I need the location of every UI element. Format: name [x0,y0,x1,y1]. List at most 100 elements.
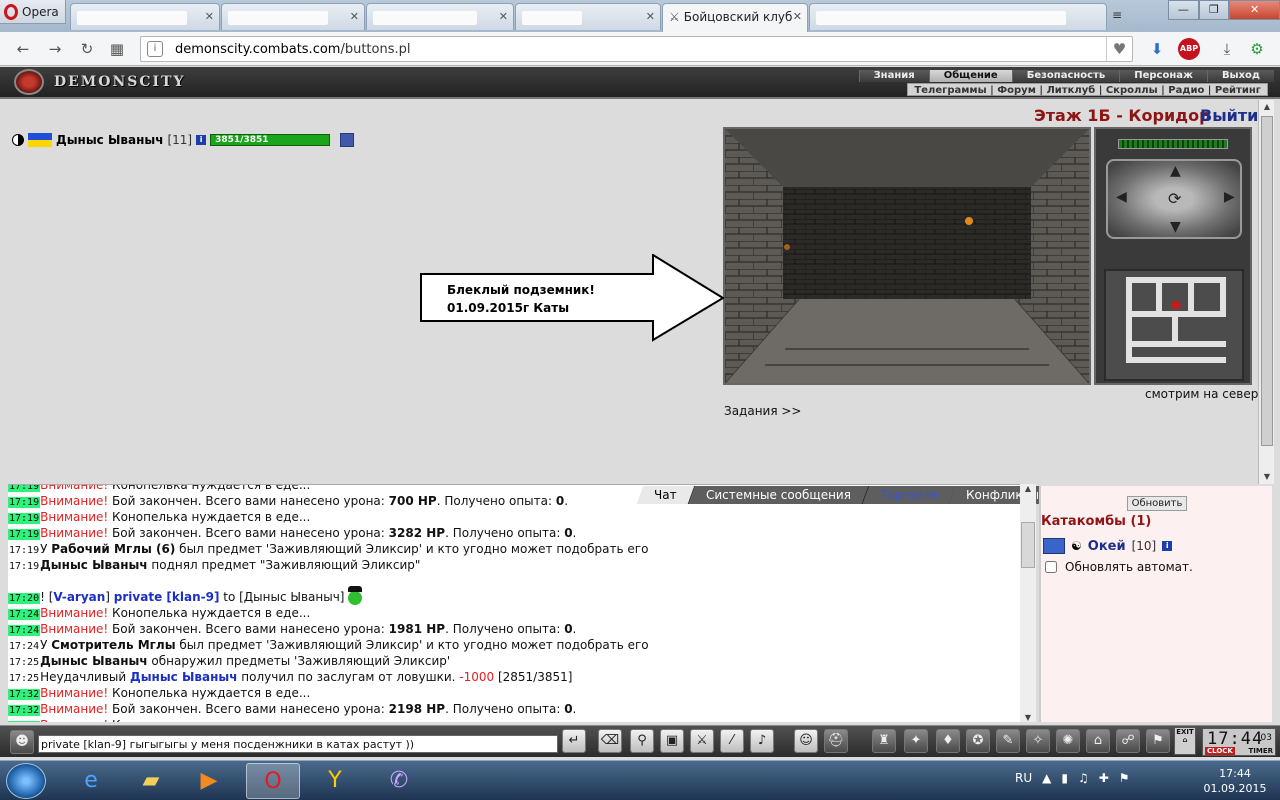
helmet-icon[interactable]: ⛑ [824,729,848,753]
network-icon[interactable]: ✚ [1099,771,1109,785]
chat-input[interactable] [38,735,558,753]
close-tab-icon[interactable]: ✕ [499,10,508,23]
maximize-button[interactable]: ❐ [1198,0,1230,20]
private-message-icon[interactable] [1043,538,1065,554]
refresh-button[interactable]: Обновить [1127,496,1187,511]
chat-user-link[interactable]: Дыныс Ываныч [130,670,237,684]
chat-timestamp[interactable]: 17:20 [8,593,41,604]
menu-security[interactable]: Безопасность [1011,70,1120,82]
chat-mode-icon[interactable]: ☻ [10,730,34,754]
viber-icon[interactable]: ✆ [372,763,426,799]
map-icon[interactable]: ✺ [1056,729,1080,753]
chat-scroll-thumb[interactable] [1021,522,1035,568]
chat-log[interactable]: 17:19Внимание! Конопелька нуждается в ед… [8,484,1036,722]
start-button[interactable] [6,763,46,799]
clan-icon[interactable]: ✧ [1026,729,1050,753]
online-user-row[interactable]: ☯ Окей [10] i [1043,538,1173,554]
player-info-icon[interactable]: i [196,135,207,145]
player-name[interactable]: Дыныс Ываныч [56,133,163,147]
bag-icon[interactable]: ♦ [936,729,960,753]
bookmark-heart-icon[interactable]: ♥ [1106,37,1132,61]
volume-icon[interactable]: ♫ [1078,771,1089,785]
file-explorer-icon[interactable]: ▰ [124,763,178,799]
close-tab-icon[interactable]: ✕ [350,10,359,23]
tray-expand-icon[interactable]: ▲ [1042,771,1051,785]
scroll-down-icon[interactable]: ▼ [1259,470,1275,484]
friends-icon[interactable]: ☍ [1116,729,1140,753]
scroll-up-icon[interactable]: ▲ [1259,100,1275,114]
tasks-link[interactable]: Задания >> [724,404,801,418]
auto-refresh-option[interactable]: Обновлять автомат. [1045,560,1193,574]
tab-trade[interactable]: Торговля [862,486,956,504]
chat-scrollbar[interactable]: ▲ ▼ [1020,484,1036,722]
movement-dpad[interactable]: ▲ ▼ ◀ ▶ ⟳ [1106,159,1242,239]
refresh-view-icon[interactable]: ⟳ [1168,189,1181,208]
forward-button[interactable]: → [44,38,66,60]
menu-character[interactable]: Персонаж [1119,70,1207,82]
extension-icon[interactable]: ⚙ [1246,38,1268,60]
menu-exit[interactable]: Выход [1206,70,1274,82]
chat-timestamp[interactable]: 17:19 [8,545,40,556]
clan-emblem-icon[interactable] [340,133,355,147]
chat-timestamp[interactable]: 17:19 [8,497,41,508]
opera-taskbar-icon[interactable]: O [246,763,300,799]
move-forward-icon[interactable]: ▲ [1170,163,1181,179]
yandex-browser-icon[interactable]: Y [308,763,362,799]
close-tab-icon[interactable]: ✕ [205,10,214,23]
tab-1[interactable]: ✕ [70,3,220,30]
download-shield-icon[interactable]: ⬇ [1146,38,1168,60]
page-info-icon[interactable]: i [147,41,163,57]
tab-6[interactable] [809,3,1107,30]
back-button[interactable]: ← [12,38,34,60]
smiley-button[interactable]: ☺ [794,729,818,753]
chat-timestamp[interactable]: 17:24 [8,641,40,652]
chat-timestamp[interactable]: 17:19 [8,529,41,540]
tab-3[interactable]: ✕ [366,3,514,30]
adblock-icon[interactable]: ABP [1178,38,1200,60]
reload-button[interactable]: ↻ [76,38,98,60]
tab-active[interactable]: ⚔ Бойцовский клуб ✕ [662,3,808,32]
translit-icon[interactable]: ⁄ [720,729,744,753]
flag-icon[interactable]: ⚑ [1146,729,1170,753]
auto-refresh-checkbox[interactable] [1045,561,1057,573]
internet-explorer-icon[interactable]: e [64,763,118,799]
page-scrollbar[interactable]: ▲ ▼ [1258,100,1274,484]
close-window-button[interactable]: ✕ [1229,0,1280,20]
save-log-icon[interactable]: ▣ [660,729,684,753]
chat-timestamp[interactable]: 17:32 [8,689,41,700]
battery-icon[interactable]: ▮ [1061,771,1068,785]
clear-input-button[interactable]: ⌫ [598,729,622,753]
move-back-icon[interactable]: ▼ [1170,219,1181,235]
download-icon[interactable]: ⤓ [1216,38,1238,60]
turn-right-icon[interactable]: ▶ [1224,189,1235,205]
turn-left-icon[interactable]: ◀ [1116,189,1127,205]
filter-icon[interactable]: ⚲ [630,729,654,753]
chat-scroll-up-icon[interactable]: ▲ [1020,484,1036,493]
sub-menu[interactable]: Телеграммы | Форум | Литклуб | Скроллы |… [907,83,1268,96]
exit-location-button[interactable]: Выйти [1200,106,1258,125]
tab-chat[interactable]: Чат [636,486,695,504]
close-tab-icon[interactable]: ✕ [646,10,655,23]
chat-timestamp[interactable]: 17:24 [8,609,41,620]
chat-timestamp[interactable]: 17:19 [8,485,41,492]
fighter-icon[interactable]: ⚔ [690,729,714,753]
online-user-info-icon[interactable]: i [1162,541,1173,551]
chat-timestamp[interactable]: 17:24 [8,625,41,636]
send-message-button[interactable]: ↵ [562,729,586,753]
dungeon-view[interactable] [723,127,1091,385]
timer-label[interactable]: TIMER [1248,747,1273,755]
game-exit-button[interactable]: EXIT ⌂ [1174,727,1196,755]
menu-knowledge[interactable]: Знания [858,70,929,82]
chat-timestamp[interactable]: 17:19 [8,513,41,524]
tab-4[interactable]: ✕ [515,3,661,30]
close-tab-icon[interactable]: ✕ [793,10,802,23]
address-bar[interactable]: i demonscity.combats.com/buttons.pl ♥ [140,36,1133,62]
chat-user-link[interactable]: V-aryan [53,590,105,604]
opera-menu-button[interactable]: Opera [0,0,66,24]
chat-timestamp[interactable]: 17:25 [8,657,40,668]
online-user-name[interactable]: Окей [1088,539,1126,554]
buildings-icon[interactable]: ⌂ [1086,729,1110,753]
chat-user-link[interactable]: private [klan-9] [114,590,220,604]
scroll-thumb[interactable] [1261,116,1273,446]
media-player-icon[interactable]: ▶ [182,763,236,799]
